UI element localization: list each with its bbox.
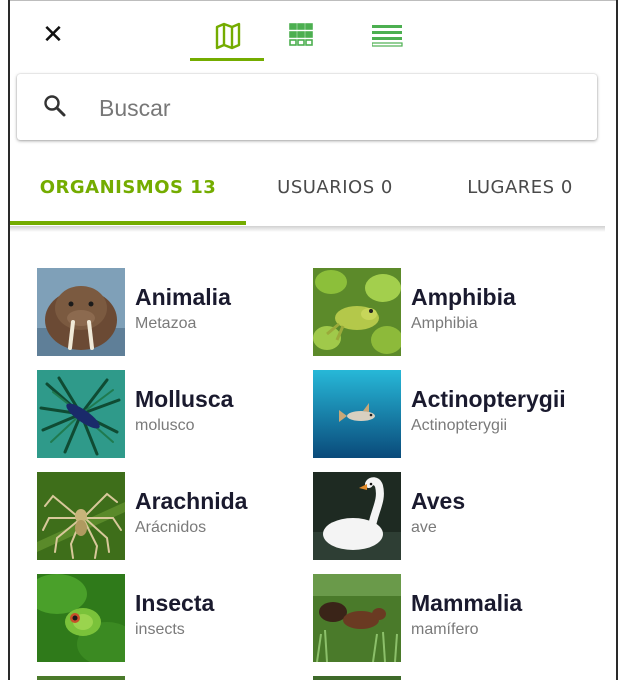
tab-usuarios[interactable]: USUARIOS 0: [260, 160, 410, 224]
view-active-indicator: [190, 58, 264, 61]
result-tabs: ORGANISMOS 13 USUARIOS 0 LUGARES 0: [10, 160, 605, 227]
taxon-common-name: molusco: [135, 417, 195, 434]
taxon-name: Aves: [411, 488, 466, 514]
taxon-name: Amphibia: [411, 284, 516, 310]
window-border-right: [616, 0, 618, 680]
taxon-common-name: ave: [411, 519, 437, 536]
taxon-card-mammalia[interactable]: Mammalia mamífero: [313, 574, 583, 664]
taxon-card-amphibia[interactable]: Amphibia Amphibia: [313, 268, 583, 358]
taxon-thumbnail-insect: [37, 574, 125, 662]
taxon-card-mollusca[interactable]: Mollusca molusco: [37, 370, 307, 460]
taxon-name: Arachnida: [135, 488, 248, 514]
taxon-card-aves[interactable]: Aves ave: [313, 472, 583, 562]
taxon-common-name: Amphibia: [411, 315, 478, 332]
taxon-thumbnail-walrus: [37, 268, 125, 356]
taxon-name: Insecta: [135, 590, 215, 616]
taxon-common-name: mamífero: [411, 621, 479, 638]
taxon-thumbnail-spider: [37, 472, 125, 560]
grid-view-button[interactable]: [264, 14, 336, 60]
close-icon[interactable]: ✕: [40, 22, 66, 48]
taxon-thumbnail-fish: [313, 370, 401, 458]
taxon-thumbnail-nudibranch: [37, 370, 125, 458]
taxon-thumbnail-partial: [37, 676, 125, 680]
map-icon: [215, 22, 241, 50]
list-icon: [372, 25, 403, 47]
search-icon: [44, 95, 66, 117]
taxon-common-name: Arácnidos: [135, 519, 207, 536]
taxon-thumbnail-partial: [313, 676, 401, 680]
taxon-card-actinopterygii[interactable]: Actinopterygii Actinopterygii: [313, 370, 583, 460]
map-view-button[interactable]: [192, 14, 264, 60]
list-view-button[interactable]: [350, 14, 422, 60]
taxon-name: Animalia: [135, 284, 231, 310]
taxon-card-animalia[interactable]: Animalia Metazoa: [37, 268, 307, 358]
tab-active-indicator: [10, 221, 246, 225]
taxon-common-name: insects: [135, 621, 185, 638]
taxon-name: Mammalia: [411, 590, 523, 616]
tab-lugares[interactable]: LUGARES 0: [440, 160, 600, 224]
taxon-common-name: Actinopterygii: [411, 417, 508, 434]
taxon-thumbnail-frog: [313, 268, 401, 356]
taxon-name: Mollusca: [135, 386, 234, 412]
taxon-thumbnail-swan: [313, 472, 401, 560]
window-border-top: [8, 0, 618, 1]
taxon-thumbnail-mammal: [313, 574, 401, 662]
taxon-common-name: Metazoa: [135, 315, 197, 332]
window-border-left: [8, 0, 10, 680]
taxon-name: Actinopterygii: [411, 386, 566, 412]
search-input[interactable]: [97, 88, 581, 128]
taxon-card-arachnida[interactable]: Arachnida Arácnidos: [37, 472, 307, 562]
grid-icon: [289, 23, 313, 46]
taxon-card-insecta[interactable]: Insecta insects: [37, 574, 307, 664]
search-bar[interactable]: [17, 74, 597, 140]
tab-divider: [10, 226, 605, 232]
tab-organismos[interactable]: ORGANISMOS 13: [10, 160, 246, 224]
